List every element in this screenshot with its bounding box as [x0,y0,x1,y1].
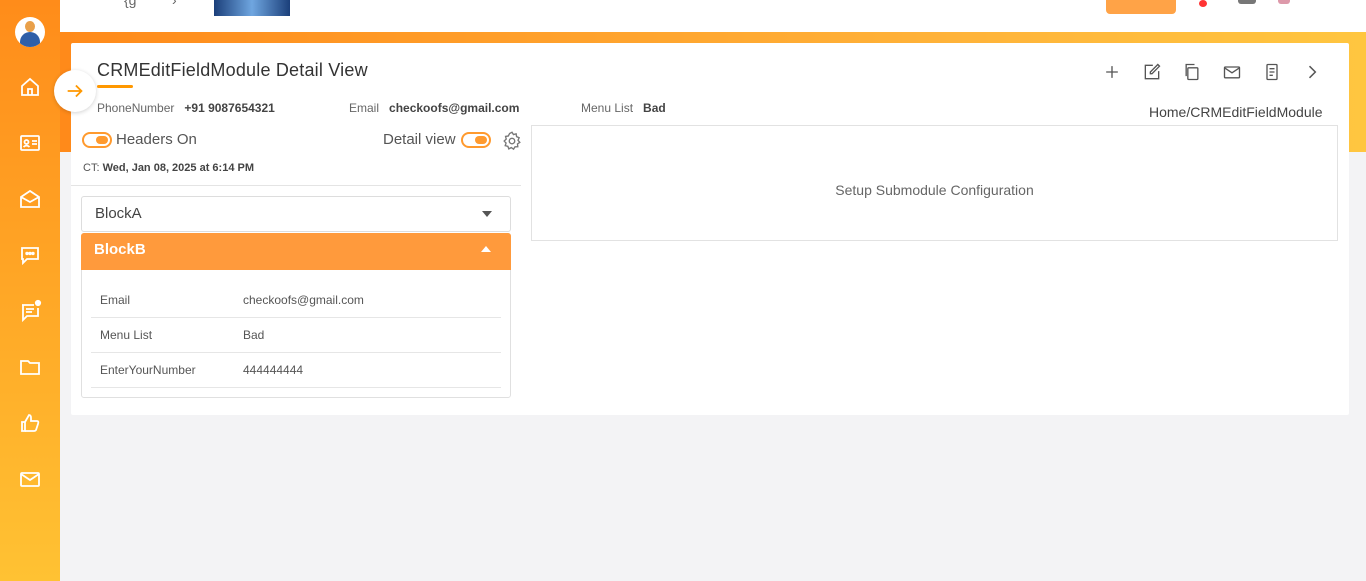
notification-dot [1199,0,1207,7]
contact-card-icon[interactable] [18,131,42,155]
submodule-config-text: Setup Submodule Configuration [835,182,1034,198]
page-title: CRMEditFieldModule Detail View [97,60,368,80]
chevron-icon: › [172,0,177,8]
headers-on-label: Headers On [116,131,197,148]
folder-icon[interactable] [18,355,42,379]
menu-glyph-icon: {g [124,0,137,8]
headers-on-toggle[interactable] [82,132,112,148]
created-value: Wed, Jan 08, 2025 at 6:14 PM [102,162,254,174]
menu-list-value: Bad [643,101,666,115]
add-button[interactable] [1100,60,1124,84]
top-bar: {g › [60,0,1366,32]
company-logo [214,0,290,16]
top-icon-2[interactable] [1278,0,1290,4]
copy-button[interactable] [1180,60,1204,84]
breadcrumb[interactable]: Home/CRMEditFieldModule [1149,104,1323,120]
expand-arrow-button[interactable] [54,70,96,112]
email-info: Email checkoofs@gmail.com [349,101,519,115]
field-row: Email checkoofs@gmail.com [91,283,501,318]
edit-button[interactable] [1140,60,1164,84]
email-button[interactable] [1220,60,1244,84]
caret-up-icon [481,246,491,252]
divider [71,185,521,186]
block-a-title: BlockA [95,205,142,222]
detail-view-toggle[interactable] [461,132,491,148]
mail-open-icon[interactable] [18,187,42,211]
plus-icon [1106,66,1118,78]
submodule-config-panel[interactable]: Setup Submodule Configuration [531,125,1338,241]
top-icon-1[interactable] [1238,0,1256,4]
field-key: Email [100,293,131,307]
menu-list-info: Menu List Bad [581,101,666,115]
user-avatar[interactable] [15,17,45,47]
email-label: Email [349,101,380,115]
top-action-button[interactable] [1106,0,1176,14]
title-underline [97,85,133,88]
phone-info: PhoneNumber +91 9087654321 [97,101,275,115]
email-value: checkoofs@gmail.com [389,101,520,115]
copy-icon [1185,63,1199,81]
field-value: 444444444 [243,363,304,377]
field-row: EnterYourNumber 444444444 [91,353,501,388]
field-key: Menu List [100,328,153,342]
envelope-icon [1223,66,1241,79]
chat-icon[interactable] [18,243,42,267]
mail-icon[interactable] [18,467,42,491]
edit-icon [1144,63,1161,80]
created-prefix: CT: [83,162,100,174]
created-time: CT: Wed, Jan 08, 2025 at 6:14 PM [83,162,254,174]
field-row: Menu List Bad [91,318,501,353]
field-value: Bad [243,328,265,342]
thumbs-up-icon[interactable] [18,411,42,435]
home-icon[interactable] [18,75,42,99]
chevron-right-icon [1308,65,1317,79]
block-a-header[interactable]: BlockA [81,196,511,232]
block-b-header[interactable]: BlockB [81,233,511,270]
arrow-right-icon [67,84,83,98]
phone-label: PhoneNumber [97,101,175,115]
caret-down-icon [482,211,492,217]
detail-view-label: Detail view [383,131,456,148]
phone-value: +91 9087654321 [184,101,275,115]
sidebar [0,0,60,581]
document-icon [1266,63,1278,81]
next-button[interactable] [1300,60,1324,84]
print-button[interactable] [1260,60,1284,84]
block-b-title: BlockB [94,241,146,258]
field-key: EnterYourNumber [100,363,196,377]
notification-message-icon[interactable] [18,299,42,323]
menu-list-label: Menu List [581,101,634,115]
settings-gear-icon[interactable] [501,130,523,152]
field-value: checkoofs@gmail.com [243,293,364,307]
